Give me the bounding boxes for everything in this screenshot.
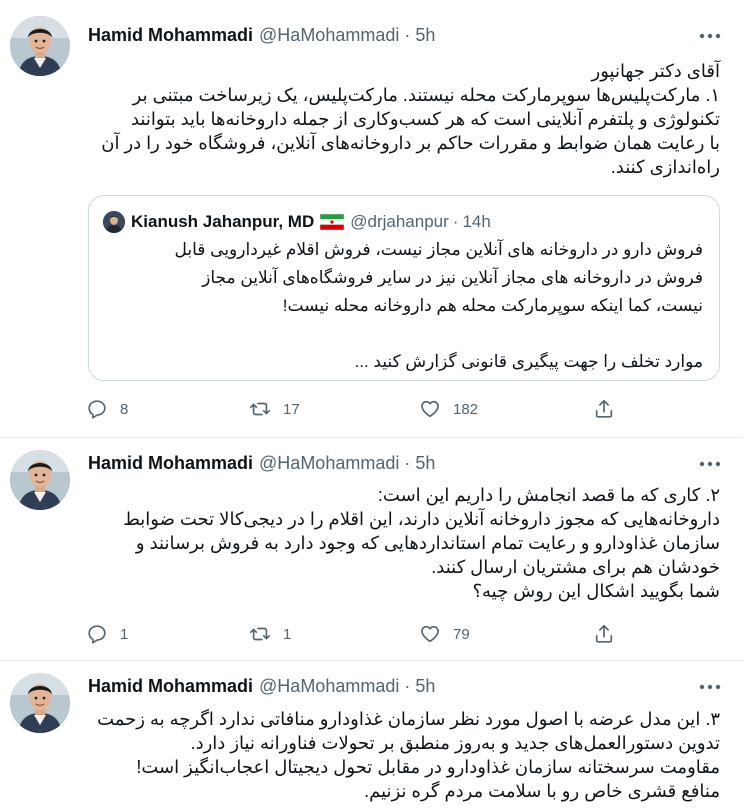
heart-icon [421, 625, 439, 643]
retweet-icon [250, 627, 270, 641]
retweet-button[interactable]: 1 [249, 622, 291, 646]
tweet[interactable]: Hamid Mohammadi @HaMohammadi · 5h ۲. کار… [0, 437, 743, 660]
reply-button[interactable]: 8 [86, 397, 128, 421]
quoted-tweet[interactable]: Kianush Jahanpur, MD @drjahanpur · 14h ف… [88, 195, 720, 381]
timestamp[interactable]: 5h [415, 676, 435, 697]
share-button[interactable] [593, 622, 615, 646]
tweet-text-line: داروخانه‌هایی که مجوز داروخانه آنلاین دا… [123, 509, 720, 529]
tweet-text-line: راه‌اندازی کنند. [610, 157, 720, 177]
like-count: 182 [453, 400, 479, 418]
quoted-text-line: فروش دارو در داروخانه های آنلاین مجاز نی… [174, 240, 703, 259]
separator-dot: · [452, 212, 459, 231]
avatar[interactable] [10, 673, 70, 733]
tweet-text-line: با رعایت همان ضوابط و مقررات حاکم بر دار… [101, 133, 720, 153]
avatar[interactable] [10, 16, 70, 76]
tweet-text: ۲. کاری که ما قصد انجامش را داریم این اس… [88, 483, 720, 603]
author-name[interactable]: Hamid Mohammadi [88, 676, 253, 697]
quoted-text-line: موارد تخلف را جهت پیگیری قانونی گزارش کن… [354, 352, 703, 371]
tweet-header: Hamid Mohammadi @HaMohammadi · 5h [88, 24, 435, 46]
tweet-header: Hamid Mohammadi @HaMohammadi · 5h [88, 452, 435, 474]
tweet-text-line: ۱. مارکت‌پلیس‌ها سوپرمارکت محله نیستند. … [132, 85, 720, 105]
tweet-text-line: خودشان هم برای مشتریان ارسال کنند. [431, 557, 720, 577]
retweet-count: 1 [283, 625, 292, 643]
tweet-text-line: ۳. این مدل عرضه با اصول مورد نظر سازمان … [97, 709, 720, 729]
tweet[interactable]: Hamid Mohammadi @HaMohammadi · 5h ۳. این… [0, 660, 743, 809]
quoted-avatar [103, 211, 125, 233]
tweet-text-line: سازمان غذاودارو و رعایت تمام استانداردها… [135, 533, 720, 553]
separator-dot: · [404, 24, 411, 45]
retweet-count: 17 [283, 400, 300, 418]
author-handle[interactable]: @HaMohammadi [259, 453, 399, 474]
reply-icon [88, 625, 106, 644]
like-count: 79 [453, 625, 470, 643]
tweet-text: آقای دکتر جهانپور ۱. مارکت‌پلیس‌ها سوپرم… [88, 59, 720, 179]
tweet[interactable]: Hamid Mohammadi @HaMohammadi · 5h آقای د… [0, 0, 743, 437]
quoted-timestamp[interactable]: 14h [462, 212, 490, 232]
like-button[interactable]: 79 [419, 622, 470, 646]
quoted-author-handle[interactable]: @drjahanpur [350, 212, 449, 232]
tweet-text-line: تکنولوژی و پلتفرم آنلاینی است که هر کسب‌… [130, 109, 720, 129]
timestamp[interactable]: 5h [415, 453, 435, 474]
avatar[interactable] [10, 450, 70, 510]
author-name[interactable]: Hamid Mohammadi [88, 25, 253, 46]
tweet-text-line: تدوین دستورالعمل‌های جدید و به‌روز منطبق… [190, 733, 720, 753]
reply-button[interactable]: 1 [86, 622, 128, 646]
tweet-text-line: ۲. کاری که ما قصد انجامش را داریم این اس… [377, 485, 720, 505]
tweet-header: Hamid Mohammadi @HaMohammadi · 5h [88, 675, 435, 697]
tweet-text: ۳. این مدل عرضه با اصول مورد نظر سازمان … [88, 707, 720, 803]
share-button[interactable] [593, 397, 615, 421]
more-options-icon[interactable] [698, 677, 722, 697]
author-handle[interactable]: @HaMohammadi [259, 25, 399, 46]
quoted-author-name[interactable]: Kianush Jahanpur, MD [131, 212, 314, 232]
share-icon [595, 399, 613, 418]
retweet-button[interactable]: 17 [249, 397, 300, 421]
tweet-text-line: آقای دکتر جهانپور [591, 61, 720, 81]
reply-count: 1 [120, 625, 129, 643]
author-name[interactable]: Hamid Mohammadi [88, 453, 253, 474]
share-icon [595, 624, 613, 643]
quoted-text-line: فروش در داروخانه های مجاز آنلاین نیز در … [202, 268, 703, 287]
quoted-tweet-text: فروش دارو در داروخانه های آنلاین مجاز نی… [103, 236, 703, 376]
separator-dot: · [404, 452, 411, 473]
tweet-text-line: مقاومت سرسختانه سازمان غذاودارو در مقابل… [136, 757, 720, 777]
quoted-text-line: نیست، کما اینکه سوپرمارکت محله هم داروخا… [282, 296, 703, 315]
iran-flag-icon [320, 213, 345, 231]
reply-icon [88, 400, 106, 419]
reply-count: 8 [120, 400, 129, 418]
heart-icon [421, 400, 439, 418]
retweet-icon [250, 402, 270, 416]
tweet-actions: 1 1 79 [86, 622, 626, 646]
like-button[interactable]: 182 [419, 397, 478, 421]
author-handle[interactable]: @HaMohammadi [259, 676, 399, 697]
tweet-text-line: منافع قشری خاص رو با سلامت مردم گره نزنی… [364, 781, 720, 801]
timestamp[interactable]: 5h [415, 25, 435, 46]
more-options-icon[interactable] [698, 454, 722, 474]
quoted-tweet-header: Kianush Jahanpur, MD @drjahanpur · 14h [103, 210, 491, 234]
tweet-actions: 8 17 182 [86, 397, 626, 421]
more-options-icon[interactable] [698, 26, 722, 46]
separator-dot: · [404, 675, 411, 696]
tweet-text-line: شما بگویید اشکال این روش چیه؟ [472, 581, 720, 601]
